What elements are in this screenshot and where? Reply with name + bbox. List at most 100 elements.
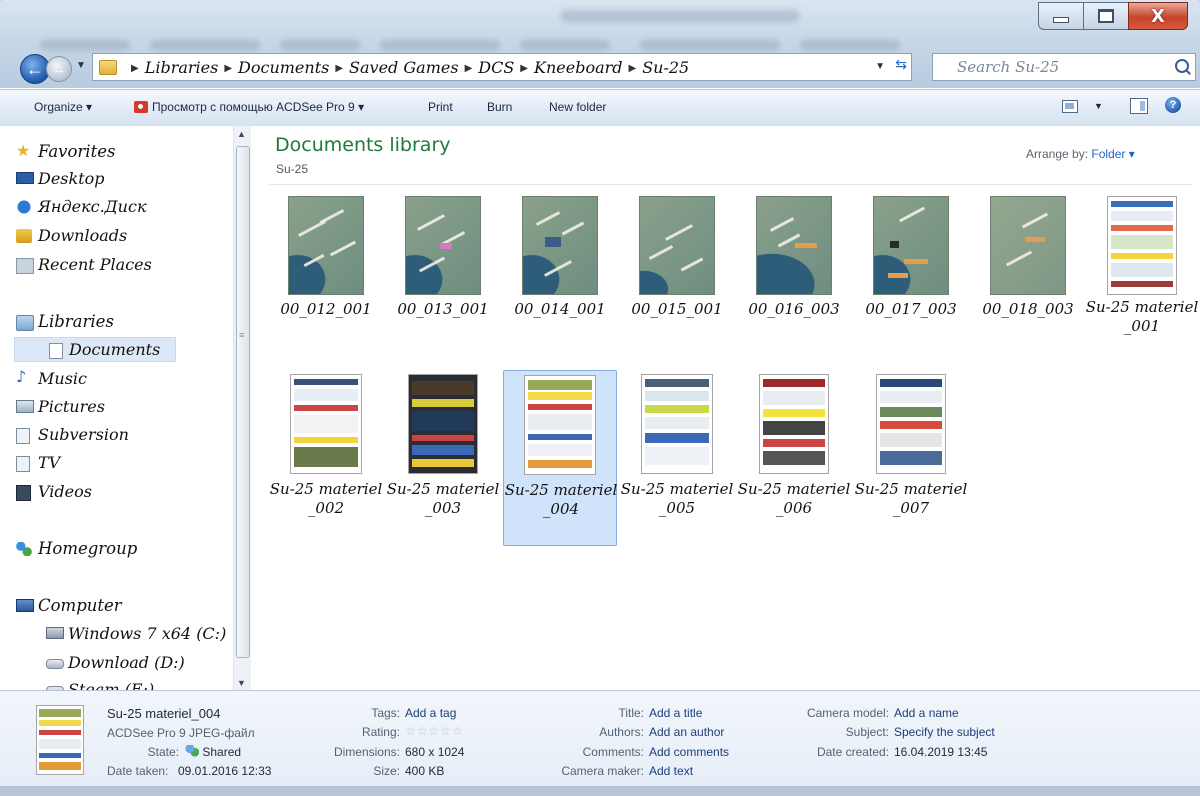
sidebar-item-subversion[interactable]: Subversion: [16, 425, 129, 444]
file-item[interactable]: Su-25 materiel_006: [737, 370, 851, 546]
subject-label: Subject:: [845, 725, 889, 739]
menu-blurred: [280, 40, 360, 50]
menu-blurred: [800, 40, 900, 50]
new-folder-button[interactable]: New folder: [549, 100, 606, 114]
image-thumbnail: [876, 374, 946, 474]
subject-value[interactable]: Specify the subject: [894, 725, 995, 739]
drive-icon: [46, 627, 64, 639]
file-item[interactable]: Su-25 materiel_001: [1085, 192, 1199, 372]
address-bar[interactable]: ▶ Libraries ▶ Documents ▶ Saved Games ▶ DCS ▶ Kne…: [92, 53, 912, 81]
chevron-right-icon[interactable]: ▶: [629, 63, 637, 74]
image-thumbnail: [756, 196, 832, 295]
view-dropdown-icon[interactable]: ▼: [1094, 101, 1103, 111]
sidebar-item-label: Videos: [38, 482, 92, 501]
chevron-right-icon[interactable]: ▶: [224, 63, 232, 74]
file-name: Su-25 materiel_001: [1085, 298, 1199, 335]
recent-places-icon: [16, 258, 34, 274]
camera-maker-value[interactable]: Add text: [649, 764, 693, 778]
minimize-icon: [1053, 17, 1069, 23]
search-box[interactable]: Search Su-25: [932, 53, 1196, 81]
breadcrumb-kneeboard[interactable]: Kneeboard: [534, 58, 623, 77]
date-taken-value[interactable]: 09.01.2016 12:33: [178, 764, 271, 778]
chevron-right-icon[interactable]: ▶: [520, 63, 528, 74]
file-item[interactable]: 00_016_003: [737, 192, 851, 342]
state-value: Shared: [185, 745, 241, 759]
sidebar-item-drive-c[interactable]: Windows 7 x64 (C:): [46, 624, 226, 643]
breadcrumb-saved-games[interactable]: Saved Games: [349, 58, 459, 77]
sidebar-item-yandex-disk[interactable]: Яндекс.Диск: [16, 197, 147, 216]
file-item[interactable]: Su-25 materiel_003: [386, 370, 500, 546]
sidebar-scrollbar[interactable]: ▲ ≡ ▼: [233, 126, 251, 690]
sidebar-item-favorites[interactable]: ★ Favorites: [16, 141, 115, 161]
sidebar-item-homegroup[interactable]: Homegroup: [16, 539, 137, 558]
sidebar-item-documents[interactable]: Documents: [14, 337, 176, 362]
image-thumbnail: [873, 196, 949, 295]
search-icon[interactable]: [1175, 59, 1189, 73]
chevron-right-icon[interactable]: ▶: [465, 63, 473, 74]
scroll-down-icon[interactable]: ▼: [237, 678, 246, 688]
breadcrumb-libraries[interactable]: Libraries: [145, 58, 219, 77]
window-title-blurred: [560, 10, 800, 22]
sidebar-item-libraries[interactable]: Libraries: [16, 312, 114, 331]
sidebar-item-tv[interactable]: TV: [16, 453, 60, 472]
details-thumbnail: [36, 705, 84, 775]
sidebar-item-drive-d[interactable]: Download (D:): [46, 653, 185, 672]
file-item-selected[interactable]: Su-25 materiel_004: [503, 370, 617, 546]
organize-button[interactable]: Organize ▾: [34, 100, 92, 114]
minimize-button[interactable]: [1038, 2, 1084, 30]
forward-button[interactable]: →: [46, 56, 72, 82]
search-input[interactable]: Search Su-25: [957, 58, 1059, 76]
file-item[interactable]: Su-25 materiel_002: [269, 370, 383, 546]
comments-value[interactable]: Add comments: [649, 745, 729, 759]
maximize-button[interactable]: [1083, 2, 1129, 30]
breadcrumb: ▶ Libraries ▶ Documents ▶ Saved Games ▶ DCS ▶ Kne…: [125, 58, 689, 77]
sidebar-item-music[interactable]: ♪ Music: [16, 367, 87, 388]
sidebar-item-label: Яндекс.Диск: [38, 197, 147, 216]
file-item[interactable]: 00_014_001: [503, 192, 617, 342]
title-value[interactable]: Add a title: [649, 706, 702, 720]
open-with-acdsee-button[interactable]: Просмотр с помощью ACDSee Pro 9 ▾: [134, 100, 364, 114]
file-item[interactable]: 00_015_001: [620, 192, 734, 342]
file-name: 00_018_003: [982, 300, 1074, 318]
refresh-icon[interactable]: ⇆: [895, 57, 907, 73]
file-list-pane: Documents library Su-25 Arrange by: Fold…: [251, 126, 1200, 690]
arrange-by-dropdown[interactable]: Folder ▾: [1091, 147, 1134, 161]
library-title: Documents library: [275, 134, 451, 156]
image-thumbnail: [1107, 196, 1177, 295]
file-item[interactable]: Su-25 materiel_007: [854, 370, 968, 546]
sidebar-item-computer[interactable]: Computer: [16, 596, 122, 615]
authors-value[interactable]: Add an author: [649, 725, 724, 739]
sidebar-item-desktop[interactable]: Desktop: [16, 169, 105, 188]
breadcrumb-dcs[interactable]: DCS: [478, 58, 514, 77]
close-button[interactable]: X: [1128, 2, 1188, 30]
camera-model-value[interactable]: Add a name: [894, 706, 959, 720]
yandex-disk-icon: [16, 200, 32, 214]
address-dropdown-icon[interactable]: ▼: [875, 61, 885, 72]
rating-stars[interactable]: ☆☆☆☆☆: [405, 724, 464, 738]
scrollbar-thumb[interactable]: [236, 146, 250, 658]
chevron-right-icon[interactable]: ▶: [335, 63, 343, 74]
preview-pane-icon[interactable]: [1130, 98, 1148, 114]
breadcrumb-su25[interactable]: Su-25: [642, 58, 689, 77]
file-item[interactable]: 00_013_001: [386, 192, 500, 342]
sidebar-item-recent-places[interactable]: Recent Places: [16, 255, 152, 274]
sidebar-item-downloads[interactable]: Downloads: [16, 226, 127, 245]
file-item[interactable]: 00_018_003: [971, 192, 1085, 342]
tags-value[interactable]: Add a tag: [405, 706, 456, 720]
help-icon[interactable]: ?: [1165, 97, 1181, 113]
sidebar-item-label: Download (D:): [68, 653, 185, 672]
scroll-up-icon[interactable]: ▲: [237, 129, 246, 139]
burn-button[interactable]: Burn: [487, 100, 512, 114]
sidebar-item-videos[interactable]: Videos: [16, 482, 92, 501]
print-button[interactable]: Print: [428, 100, 453, 114]
file-item[interactable]: Su-25 materiel_005: [620, 370, 734, 546]
change-view-icon[interactable]: [1062, 100, 1078, 113]
breadcrumb-documents[interactable]: Documents: [238, 58, 329, 77]
sidebar-item-drive-e[interactable]: Steam (E:): [46, 680, 154, 690]
file-item[interactable]: 00_017_003: [854, 192, 968, 342]
sidebar-item-pictures[interactable]: Pictures: [16, 397, 105, 416]
maximize-icon: [1098, 9, 1114, 23]
recent-pages-dropdown[interactable]: ▼: [76, 60, 86, 71]
state-value-text: Shared: [202, 745, 242, 759]
file-item[interactable]: 00_012_001: [269, 192, 383, 342]
